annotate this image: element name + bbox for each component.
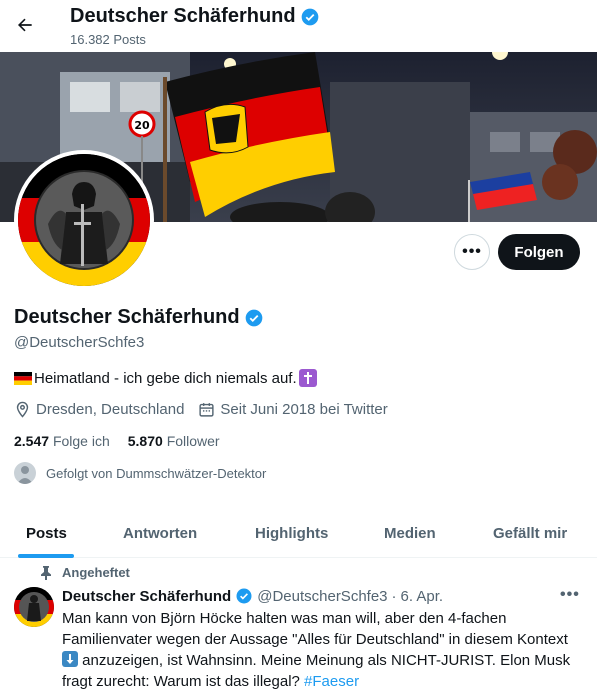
arrow-left-icon	[18, 18, 32, 32]
tab-media[interactable]: Medien	[384, 508, 436, 558]
tab-replies[interactable]: Antworten	[123, 508, 197, 558]
bio-text: Heimatland - ich gebe dich niemals auf.	[34, 369, 297, 387]
followed-by[interactable]: Gefolgt von Dummschwätzer-Detektor	[14, 462, 266, 484]
profile-bio: Heimatland - ich gebe dich niemals auf.	[14, 369, 317, 387]
avatar-image	[18, 154, 150, 286]
tweet-header: Deutscher Schäferhund @DeutscherSchfe3 ·…	[62, 587, 443, 605]
header-post-count: 16.382 Posts	[70, 32, 146, 47]
german-flag-icon	[14, 371, 32, 385]
header-title-row: Deutscher Schäferhund	[70, 5, 320, 28]
profile-meta: Dresden, Deutschland Seit Juni 2018 bei …	[14, 401, 388, 418]
tweet-avatar-image	[14, 587, 54, 627]
tweet-author-name[interactable]: Deutscher Schäferhund	[62, 588, 231, 605]
followers-count: 5.870	[127, 433, 163, 449]
tab-highlights[interactable]: Highlights	[255, 508, 328, 558]
default-avatar-icon	[17, 466, 33, 484]
follower-avatar	[14, 462, 36, 484]
pin-icon	[41, 565, 51, 580]
back-button[interactable]	[10, 10, 40, 40]
following-link[interactable]: 2.547 Folge ich	[14, 433, 110, 449]
profile-tabs: Posts Antworten Highlights Medien Gefäll…	[0, 508, 597, 558]
followers-link[interactable]: 5.870 Follower	[128, 433, 220, 449]
more-options-button[interactable]: •••	[454, 234, 490, 270]
more-horizontal-icon: •••	[462, 243, 482, 260]
svg-text:20: 20	[134, 119, 150, 132]
following-count: 2.547	[14, 433, 50, 449]
pinned-label: Angeheftet	[62, 565, 130, 580]
tweet-text: Man kann von Björn Höcke halten was man …	[62, 608, 590, 692]
followed-by-text: Gefolgt von Dummschwätzer-Detektor	[46, 465, 267, 481]
tweet-separator: ·	[391, 587, 397, 605]
profile-handle: @DeutscherSchfe3	[14, 334, 145, 351]
tab-posts[interactable]: Posts	[26, 508, 67, 558]
calendar-icon	[199, 403, 215, 417]
location-text: Dresden, Deutschland	[36, 401, 185, 418]
profile-name-row: Deutscher Schäferhund	[14, 306, 264, 329]
latin-cross-icon	[298, 369, 317, 387]
follow-button[interactable]: Folgen	[498, 234, 580, 270]
following-label: Folge ich	[52, 433, 110, 449]
joined-item: Seit Juni 2018 bei Twitter	[198, 401, 388, 418]
header-title: Deutscher Schäferhund	[70, 5, 296, 27]
location-item: Dresden, Deutschland	[14, 401, 184, 418]
verified-badge-icon	[301, 8, 318, 25]
followers-label: Follower	[166, 433, 220, 449]
tweet-more-button[interactable]: •••	[560, 586, 580, 604]
tweet-hashtag[interactable]: #Faeser	[304, 673, 359, 690]
profile-name: Deutscher Schäferhund	[14, 306, 240, 328]
verified-badge-icon	[236, 588, 252, 604]
joined-text: Seit Juni 2018 bei Twitter	[220, 401, 388, 418]
tweet-date[interactable]: 6. Apr.	[401, 588, 444, 605]
tweet-text-part1: Man kann von Björn Höcke halten was man …	[62, 610, 568, 648]
tweet-avatar[interactable]	[14, 587, 54, 627]
pinned-indicator: Angeheftet	[40, 565, 130, 580]
tab-likes[interactable]: Gefällt mir	[493, 508, 567, 558]
profile-avatar[interactable]	[14, 150, 154, 290]
top-bar: Deutscher Schäferhund 16.382 Posts	[0, 0, 597, 52]
location-pin-icon	[16, 401, 29, 418]
verified-badge-icon	[245, 309, 262, 326]
profile-stats: 2.547 Folge ich 5.870 Follower	[14, 433, 220, 449]
active-tab-indicator	[18, 554, 74, 558]
down-arrow-emoji-icon	[62, 651, 78, 667]
tweet-author-handle[interactable]: @DeutscherSchfe3	[257, 588, 387, 605]
